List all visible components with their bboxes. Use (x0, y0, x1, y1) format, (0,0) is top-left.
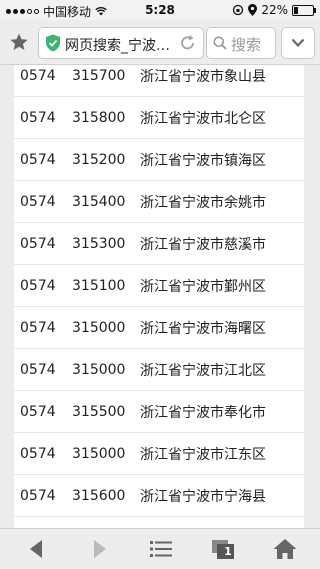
area-code-cell: 0574 (20, 193, 56, 210)
battery-fill (294, 6, 298, 14)
browser-bottom-bar: 1 (0, 528, 320, 569)
table-row: 0574 315400 浙江省宁波市余姚市 (14, 181, 304, 223)
table-row: 0574 315000 浙江省宁波市海曙区 (14, 307, 304, 349)
region-cell: 浙江省宁波市奉化市 (140, 404, 266, 421)
postal-code-cell: 315200 (72, 151, 126, 168)
star-icon (10, 33, 28, 50)
reload-icon[interactable] (179, 33, 197, 53)
area-code-cell: 0574 (20, 151, 56, 168)
area-code-cell: 0574 (20, 403, 56, 420)
page-content[interactable]: 0574 315700 浙江省宁波市象山县 0574 315800 浙江省宁波市北仑区 05… (0, 65, 320, 528)
table-row: 0574 315300 浙江省宁波市慈溪市 (14, 223, 304, 265)
postal-code-cell: 315000 (72, 319, 126, 336)
area-code-cell: 0574 (20, 109, 56, 126)
region-cell: 浙江省宁波市宁海县 (140, 488, 266, 505)
region-cell: 浙江省宁波市慈溪市 (140, 236, 266, 253)
location-icon (248, 4, 258, 16)
table-row: 0574 315600 浙江省宁波市宁海县 (14, 475, 304, 517)
address-bar[interactable]: 网页搜索_宁波… (38, 27, 204, 59)
region-cell: 浙江省宁波市北仑区 (140, 110, 266, 127)
table-row: 0574 315000 浙江省宁波市江东区 (14, 433, 304, 475)
search-icon (213, 36, 227, 50)
tab-count-badge: 1 (224, 545, 232, 558)
postal-code-cell: 315400 (72, 193, 126, 210)
battery-percent: 22% (261, 3, 288, 17)
page-title-in-address-bar: 网页搜索_宁波… (65, 38, 170, 54)
status-bar: 中国移动 5:28 22% (0, 0, 320, 20)
table-row: 0574 315200 浙江省宁波市镇海区 (14, 139, 304, 181)
search-input[interactable]: 搜索 (206, 27, 276, 59)
region-cell: 浙江省宁波市余姚市 (140, 194, 266, 211)
area-code-cell: 0574 (20, 319, 56, 336)
table-row-partial (14, 517, 304, 528)
battery-icon (292, 4, 316, 16)
table-row: 0574 315800 浙江省宁波市北仑区 (14, 97, 304, 139)
postal-code-cell: 315700 (72, 67, 126, 84)
postal-code-cell: 315000 (72, 445, 126, 462)
region-cell: 浙江省宁波市海曙区 (140, 320, 266, 337)
postal-code-cell: 315500 (72, 403, 126, 420)
bookmark-button[interactable] (8, 32, 30, 54)
forward-arrow-icon[interactable] (86, 537, 112, 561)
table-row: 0574 315000 浙江省宁波市江北区 (14, 349, 304, 391)
region-cell: 浙江省宁波市镇海区 (140, 152, 266, 169)
area-code-cell: 0574 (20, 487, 56, 504)
table-row: 0574 315700 浙江省宁波市象山县 (14, 65, 304, 97)
postal-code-cell: 315100 (72, 277, 126, 294)
search-placeholder: 搜索 (231, 36, 262, 54)
area-code-cell: 0574 (20, 235, 56, 252)
postal-code-table: 0574 315700 浙江省宁波市象山县 0574 315800 浙江省宁波市北仑区 05… (14, 65, 304, 528)
area-code-cell: 0574 (20, 277, 56, 294)
postal-code-cell: 315000 (72, 361, 126, 378)
postal-code-cell: 315800 (72, 109, 126, 126)
rotation-lock-icon (233, 4, 244, 16)
status-right: 22% (232, 3, 316, 17)
table-row: 0574 315500 浙江省宁波市奉化市 (14, 391, 304, 433)
region-cell: 浙江省宁波市江东区 (140, 446, 266, 463)
table-row: 0574 315100 浙江省宁波市鄞州区 (14, 265, 304, 307)
area-code-cell: 0574 (20, 445, 56, 462)
list-icon[interactable] (148, 537, 174, 561)
region-cell: 浙江省宁波市江北区 (140, 362, 266, 379)
area-code-cell: 0574 (20, 361, 56, 378)
tabs-button[interactable]: 1 (210, 537, 236, 561)
area-code-cell: 0574 (20, 67, 56, 84)
chevron-down-icon (291, 38, 305, 48)
postal-code-cell: 315300 (72, 235, 126, 252)
back-arrow-icon[interactable] (24, 537, 50, 561)
home-icon[interactable] (272, 537, 298, 561)
postal-code-cell: 315600 (72, 487, 126, 504)
menu-dropdown-button[interactable] (281, 27, 315, 59)
region-cell: 浙江省宁波市象山县 (140, 68, 266, 85)
browser-toolbar: 网页搜索_宁波… 搜索 (0, 20, 320, 65)
shield-check-icon (46, 34, 60, 52)
region-cell: 浙江省宁波市鄞州区 (140, 278, 266, 295)
